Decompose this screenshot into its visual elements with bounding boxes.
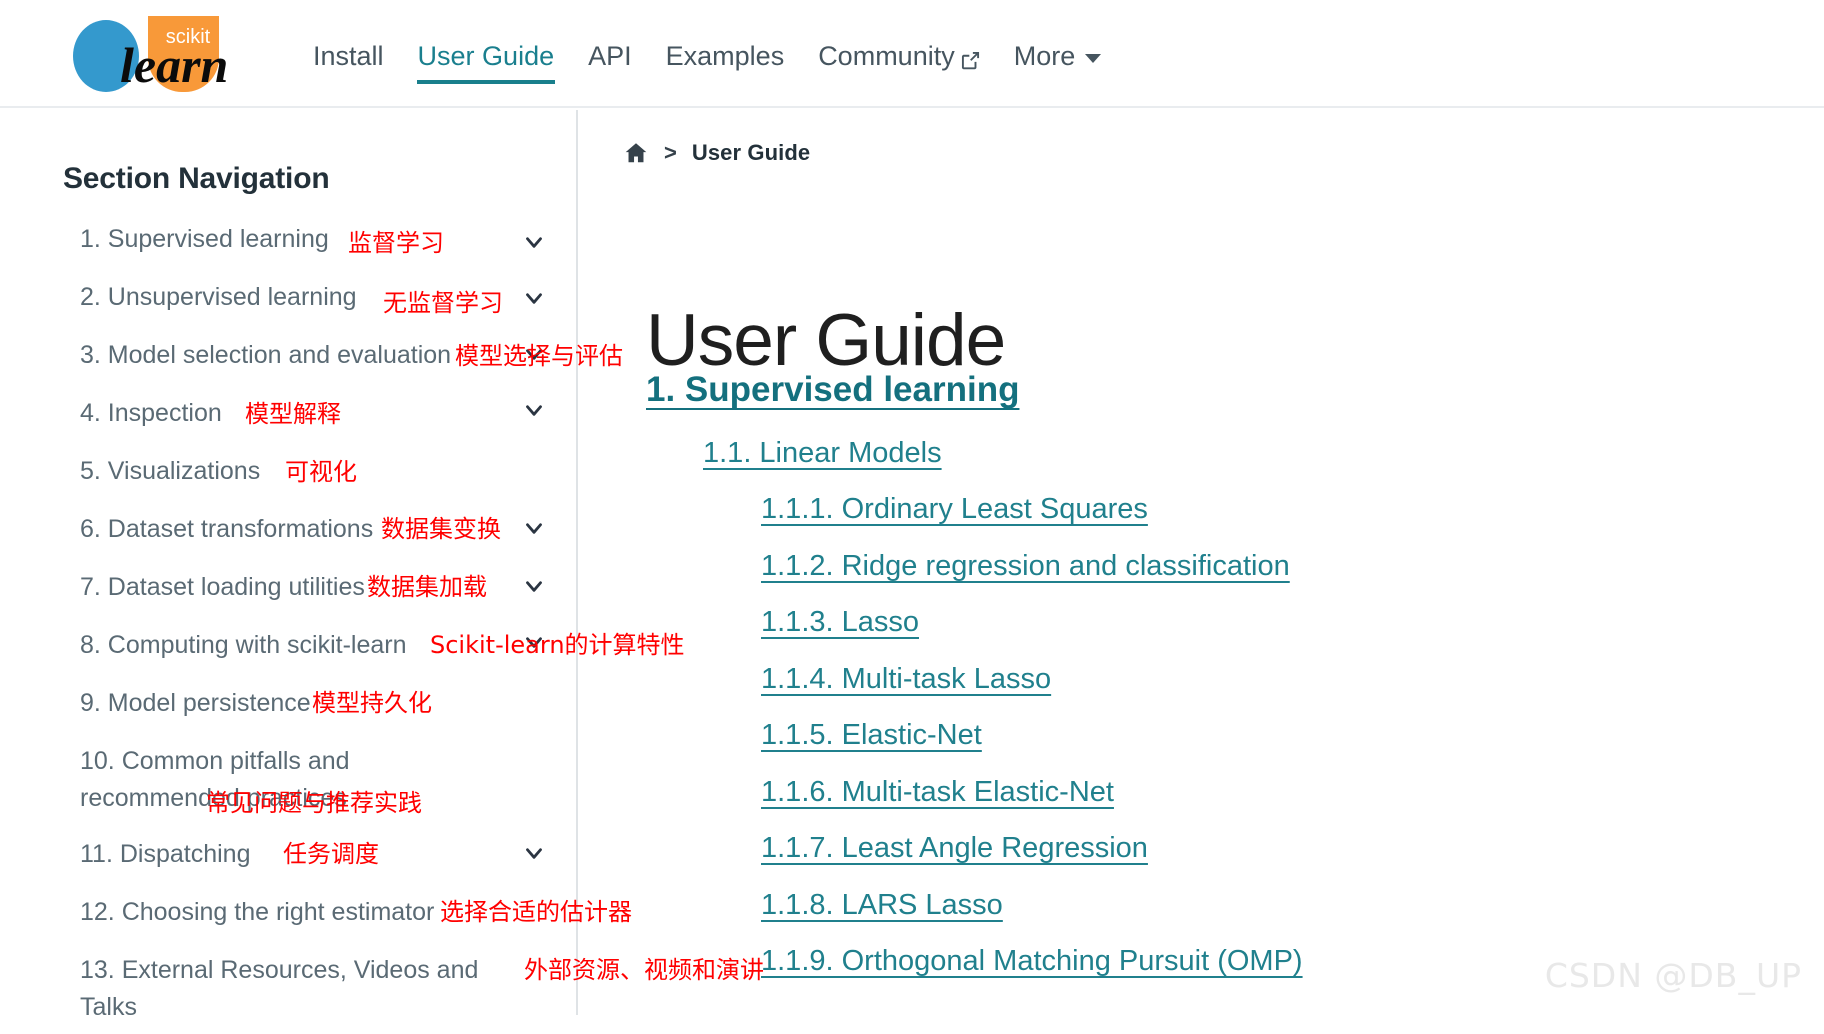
sidebar-item-label[interactable]: 5. Visualizations (0, 445, 520, 498)
nav-link-user-guide[interactable]: User Guide (401, 43, 572, 84)
sidebar-item-supervised-learning[interactable]: 1. Supervised learning 监督学习 (0, 213, 578, 271)
chevron-down-icon[interactable] (521, 840, 547, 866)
nav-link-api[interactable]: API (571, 43, 649, 84)
sidebar-annotation: 外部资源、视频和演讲 (524, 956, 764, 984)
sidebar-item-dataset-transformations[interactable]: 6. Dataset transformations 数据集变换 (0, 503, 578, 561)
nav-link-examples[interactable]: Examples (649, 43, 802, 84)
section-navigation-sidebar: Section Navigation 1. Supervised learnin… (0, 110, 764, 1021)
sidebar-item-label[interactable]: 13. External Resources, Videos and Talks (0, 944, 520, 1034)
toc-level3-row: 1.1.5. Elastic-Net (580, 714, 1824, 758)
toc-level3-row: 1.1.7. Least Angle Regression (580, 827, 1824, 871)
external-link-icon (961, 48, 980, 70)
nav-label: Community (818, 41, 955, 71)
toc-level3-row: 1.1.4. Multi-task Lasso (580, 658, 1824, 702)
sidebar-annotation: 模型解释 (245, 400, 341, 428)
sidebar-item-model-persistence[interactable]: 9. Model persistence 模型持久化 (0, 677, 578, 735)
site-header: scikit learn Install User Guide API Exam… (0, 0, 1824, 108)
nav-link-community[interactable]: Community (801, 43, 997, 84)
nav-label: User Guide (417, 41, 555, 71)
sidebar-title: Section Navigation (63, 162, 330, 195)
sidebar-item-unsupervised-learning[interactable]: 2. Unsupervised learning 无监督学习 (0, 271, 578, 329)
table-of-contents: 1. Supervised learning 1.1. Linear Model… (580, 365, 1824, 984)
sidebar-annotation: 数据集加载 (367, 573, 487, 601)
home-icon (623, 140, 649, 166)
sidebar-item-dispatching[interactable]: 11. Dispatching 任务调度 (0, 828, 578, 886)
main-navigation: Install User Guide API Examples Communit… (296, 22, 1118, 84)
nav-label: Examples (665, 41, 785, 71)
sidebar-item-common-pitfalls[interactable]: 10. Common pitfalls and recommended prac… (0, 735, 578, 828)
toc-level3-row: 1.1.6. Multi-task Elastic-Net (580, 771, 1824, 815)
chevron-down-icon (1085, 54, 1102, 63)
sidebar-annotation: 监督学习 (348, 229, 444, 257)
breadcrumb-home-link[interactable] (623, 140, 649, 166)
chevron-down-icon[interactable] (521, 573, 547, 599)
nav-link-more[interactable]: More (997, 43, 1119, 84)
toc-level2-row: 1.1. Linear Models (580, 416, 1824, 476)
sidebar-item-external-resources[interactable]: 13. External Resources, Videos and Talks… (0, 944, 764, 1021)
breadcrumb: > User Guide (623, 140, 810, 166)
sidebar-annotation: 模型选择与评估 (455, 342, 623, 370)
toc-level3-row: 1.1.1. Ordinary Least Squares (580, 488, 1824, 532)
toc-link-supervised-learning[interactable]: 1. Supervised learning (646, 365, 1019, 416)
nav-label: More (1013, 41, 1076, 71)
toc-link-linear-models[interactable]: 1.1. Linear Models (703, 432, 942, 476)
toc-link-elastic-net[interactable]: 1.1.5. Elastic-Net (761, 714, 982, 758)
sidebar-annotation: 无监督学习 (383, 289, 503, 317)
toc-link-lars-lasso[interactable]: 1.1.8. LARS Lasso (761, 884, 1003, 928)
sidebar-item-visualizations[interactable]: 5. Visualizations 可视化 (0, 445, 578, 503)
sidebar-annotation: 常见问题与推荐实践 (206, 789, 422, 817)
nav-label: API (588, 41, 632, 71)
sidebar-nav-list: 1. Supervised learning 监督学习 2. Unsupervi… (0, 213, 764, 1021)
sidebar-item-dataset-loading[interactable]: 7. Dataset loading utilities 数据集加载 (0, 561, 578, 619)
sidebar-item-label[interactable]: 11. Dispatching (0, 828, 520, 881)
chevron-down-icon[interactable] (521, 515, 547, 541)
sidebar-item-inspection[interactable]: 4. Inspection 模型解释 (0, 387, 578, 445)
chevron-down-icon[interactable] (521, 229, 547, 255)
chevron-down-icon[interactable] (521, 397, 547, 423)
toc-link-ridge-regression[interactable]: 1.1.2. Ridge regression and classificati… (761, 545, 1290, 589)
sidebar-item-computing-with-scikit-learn[interactable]: 8. Computing with scikit-learn Scikit-le… (0, 619, 685, 677)
sidebar-annotation: Scikit-learn的计算特性 (430, 631, 685, 659)
toc-level1-row: 1. Supervised learning (580, 365, 1824, 416)
toc-link-multi-task-lasso[interactable]: 1.1.4. Multi-task Lasso (761, 658, 1051, 702)
nav-label: Install (313, 41, 384, 71)
sidebar-annotation: 选择合适的估计器 (440, 898, 632, 926)
sidebar-item-model-selection[interactable]: 3. Model selection and evaluation 模型选择与评… (0, 329, 623, 387)
sidebar-annotation: 模型持久化 (312, 689, 432, 717)
breadcrumb-current: User Guide (691, 140, 811, 165)
sidebar-annotation: 数据集变换 (381, 515, 501, 543)
svg-text:learn: learn (120, 37, 228, 93)
sidebar-annotation: 任务调度 (283, 840, 379, 868)
chevron-down-icon[interactable] (521, 285, 547, 311)
toc-link-least-angle-regression[interactable]: 1.1.7. Least Angle Regression (761, 827, 1148, 871)
sidebar-item-choosing-estimator[interactable]: 12. Choosing the right estimator 选择合适的估计… (0, 886, 632, 944)
toc-level3-row: 1.1.8. LARS Lasso (580, 884, 1824, 928)
watermark: CSDN @DB_UP (1544, 956, 1802, 995)
toc-level3-row: 1.1.3. Lasso (580, 601, 1824, 645)
toc-link-lasso[interactable]: 1.1.3. Lasso (761, 601, 919, 645)
breadcrumb-separator: > (664, 140, 677, 165)
nav-link-install[interactable]: Install (296, 43, 401, 84)
toc-level3-row: 1.1.2. Ridge regression and classificati… (580, 545, 1824, 589)
scikit-learn-logo[interactable]: scikit learn (62, 10, 284, 96)
toc-link-ordinary-least-squares[interactable]: 1.1.1. Ordinary Least Squares (761, 488, 1148, 532)
toc-link-multi-task-elastic-net[interactable]: 1.1.6. Multi-task Elastic-Net (761, 771, 1114, 815)
sidebar-item-label[interactable]: 9. Model persistence (0, 677, 520, 730)
sidebar-annotation: 可视化 (285, 458, 357, 486)
sidebar-item-label[interactable]: 3. Model selection and evaluation (0, 329, 520, 382)
toc-link-orthogonal-matching-pursuit[interactable]: 1.1.9. Orthogonal Matching Pursuit (OMP) (761, 940, 1303, 984)
main-content: > User Guide User Guide 1. Supervised le… (580, 110, 1824, 1015)
logo-icon: scikit learn (73, 16, 228, 93)
